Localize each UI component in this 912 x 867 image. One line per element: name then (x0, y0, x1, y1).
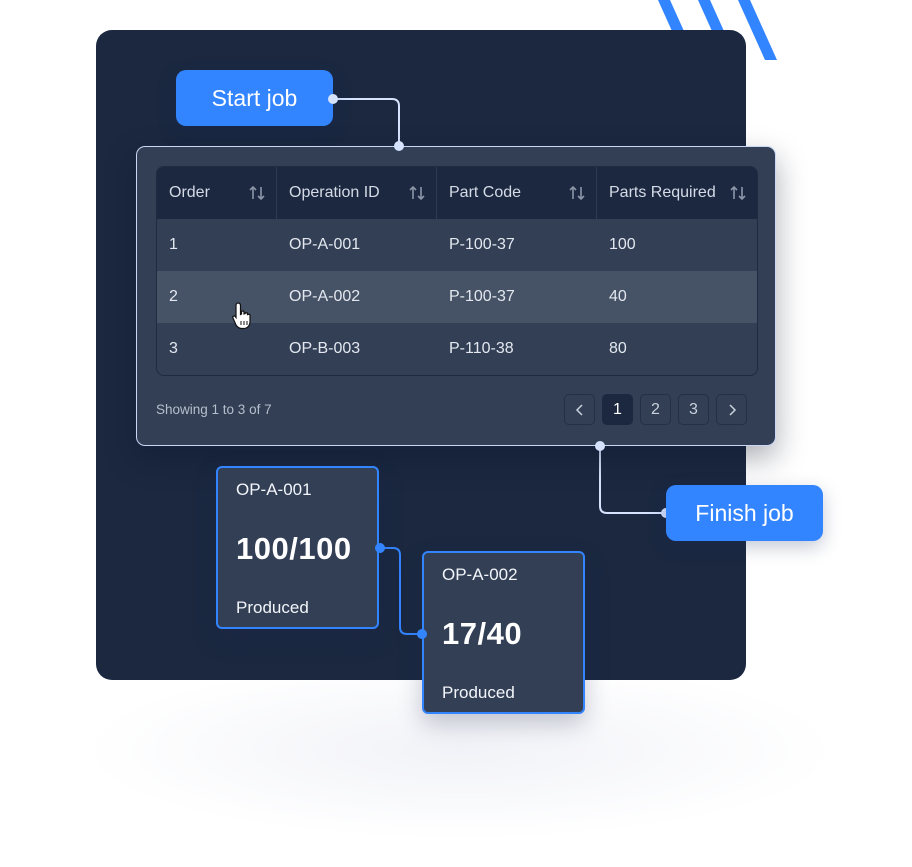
card-status-label: Produced (236, 598, 309, 617)
prev-page-button[interactable] (564, 394, 595, 425)
operation-progress-card[interactable]: OP-A-002 17/40 Produced (422, 551, 585, 714)
card-progress-value: 100/100 (236, 531, 352, 566)
card-status-label: Produced (442, 683, 515, 702)
chevron-right-icon (728, 403, 736, 416)
sort-arrows-icon[interactable] (248, 184, 266, 202)
column-label: Operation ID (289, 184, 380, 201)
cell-operation-id: OP-B-003 (289, 340, 361, 357)
pagination: 1 2 3 (564, 394, 747, 425)
chevron-left-icon (575, 403, 583, 416)
column-label: Parts Required (609, 184, 716, 201)
operation-progress-card[interactable]: OP-A-001 100/100 Produced (216, 466, 379, 629)
sort-arrows-icon[interactable] (568, 184, 586, 202)
column-header-part-code[interactable]: Part Code (437, 167, 597, 219)
page-button-1[interactable]: 1 (602, 394, 633, 425)
cell-parts-required: 100 (609, 236, 636, 253)
sort-arrows-icon[interactable] (729, 184, 747, 202)
card-progress-value: 17/40 (442, 616, 523, 651)
column-label: Order (169, 184, 210, 201)
cell-operation-id: OP-A-001 (289, 236, 361, 253)
column-header-order[interactable]: Order (157, 167, 277, 219)
page-button-2[interactable]: 2 (640, 394, 671, 425)
cell-order: 1 (169, 236, 178, 253)
card-operation-id: OP-A-001 (236, 480, 312, 499)
start-job-button[interactable]: Start job (176, 70, 333, 126)
next-page-button[interactable] (716, 394, 747, 425)
operations-table: Order Operation ID Part Code Parts Requi… (156, 166, 758, 376)
hand-pointer-cursor-icon (232, 302, 251, 330)
column-header-operation-id[interactable]: Operation ID (277, 167, 437, 219)
operations-table-panel: Order Operation ID Part Code Parts Requi… (136, 146, 776, 446)
column-label: Part Code (449, 184, 522, 201)
cell-parts-required: 40 (609, 288, 627, 305)
column-header-parts-required[interactable]: Parts Required (597, 167, 757, 219)
cell-parts-required: 80 (609, 340, 627, 357)
table-row[interactable]: 1 OP-A-001 P-100-37 100 (157, 219, 757, 271)
pagination-summary: Showing 1 to 3 of 7 (156, 402, 272, 417)
page-button-3[interactable]: 3 (678, 394, 709, 425)
cell-operation-id: OP-A-002 (289, 288, 361, 305)
card-operation-id: OP-A-002 (442, 565, 518, 584)
sort-arrows-icon[interactable] (408, 184, 426, 202)
cell-part-code: P-100-37 (449, 288, 515, 305)
table-header: Order Operation ID Part Code Parts Requi… (157, 167, 757, 219)
cell-order: 3 (169, 340, 178, 357)
cell-part-code: P-110-38 (449, 340, 514, 357)
finish-job-button[interactable]: Finish job (666, 485, 823, 541)
cell-part-code: P-100-37 (449, 236, 515, 253)
